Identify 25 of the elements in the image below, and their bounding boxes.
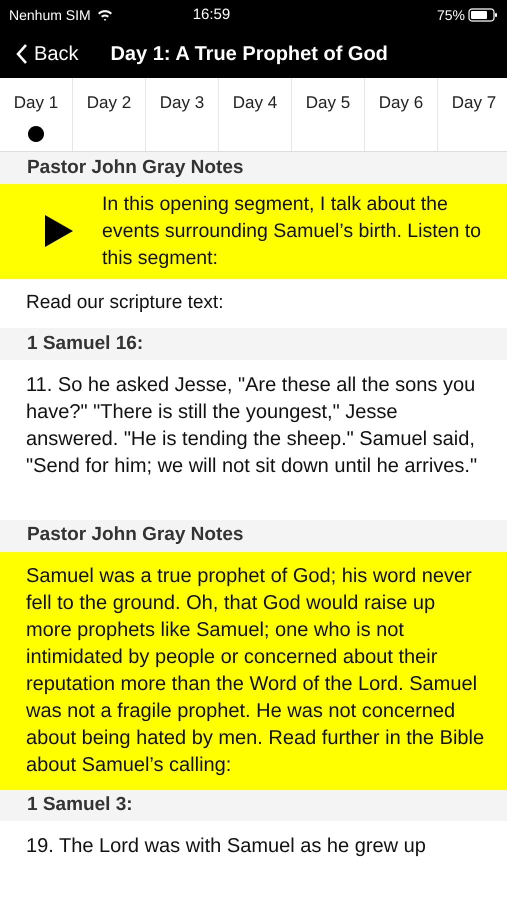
day-tab[interactable]: Day 7 [438, 78, 507, 151]
day-tab[interactable]: Day 2 [73, 78, 146, 151]
day-tab[interactable]: Day 6 [365, 78, 438, 151]
verse-text: 11. So he asked Jesse, "Are these all the sons you have?" "There is still the youngest," Jesse answered. "He is tending the sheep." Samuel said, "Send for him; we will not sit down until he arrives." [26, 372, 478, 479]
verse-text: 19. The Lord was with Samuel as he grew up [26, 834, 427, 860]
section-header: 1 Samuel 3: [0, 790, 507, 822]
carrier-label: Nenhum SIM [9, 6, 91, 24]
back-chevron-icon [16, 43, 28, 65]
section-header: 1 Samuel 16: [0, 328, 507, 360]
intro-text: Read our scripture text: [26, 291, 224, 316]
day-tab[interactable]: Day 1 [0, 78, 73, 151]
wifi-icon [96, 9, 113, 21]
clock-label: 16:59 [192, 4, 230, 25]
day-tab[interactable]: Day 5 [292, 78, 365, 151]
note-text: In this opening segment, I talk about the events surrounding Samuel’s birth. Listen to this segment: [102, 192, 482, 271]
battery-label: 75% [436, 6, 465, 24]
screen-title: Day 1: A True Prophet of God [110, 42, 388, 67]
back-button[interactable]: Back [16, 39, 78, 69]
day-tab[interactable]: Day 4 [219, 78, 292, 151]
section-header: Pastor John Gray Notes [0, 152, 507, 184]
note-text: Samuel was a true prophet of God; his word never fell to the ground. Oh, that God would raise up more prophets like Samuel; one who is not intimidated by people or concerned about their reputation more than the Word of the Lord. Samuel was not a fragile prophet. He was not concerned about being hated by men. Read further in the Bible about Samuel’s calling: [26, 564, 485, 778]
section-header: Pastor John Gray Notes [0, 520, 507, 552]
battery-icon [468, 8, 498, 22]
day-tab[interactable]: Day 3 [146, 78, 219, 151]
play-button[interactable] [42, 214, 74, 248]
